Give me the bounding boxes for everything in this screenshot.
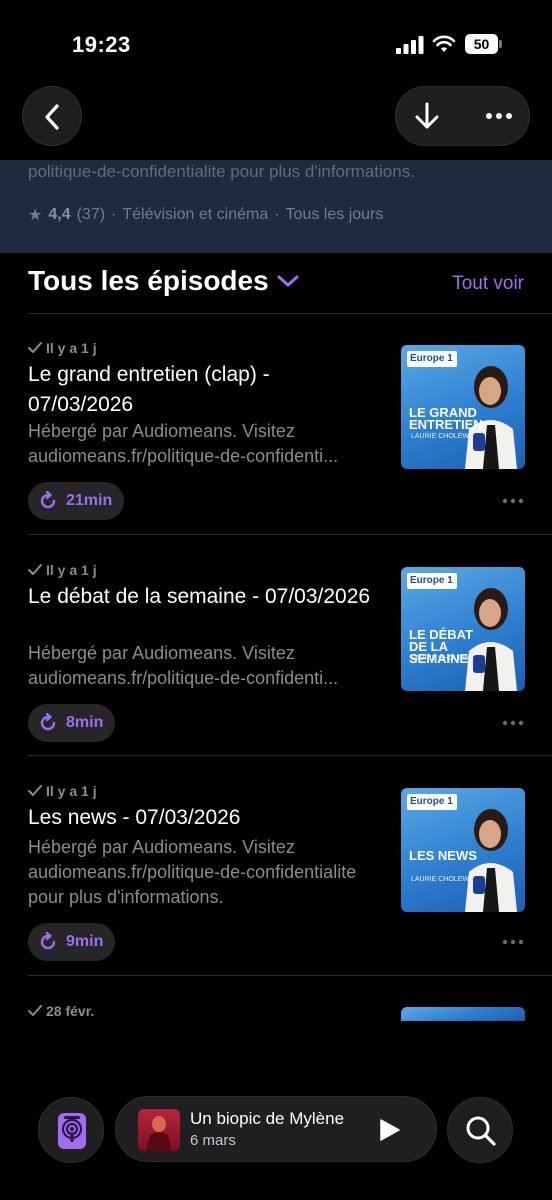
- podcast-frequency: Tous les jours: [285, 206, 384, 223]
- header-actions: [395, 86, 530, 146]
- see-all-link[interactable]: Tout voir: [452, 273, 524, 295]
- episode-date-text: Il y a 1 j: [46, 340, 97, 356]
- episode-artwork[interactable]: Europe 1 LE GRAND ENTRETIEN LAURIE CHOLE…: [401, 345, 525, 469]
- artwork-show-name: LES NEWS: [409, 848, 477, 863]
- episode-date-text: Il y a 1 j: [46, 562, 97, 578]
- podcasts-tab[interactable]: [38, 1097, 104, 1163]
- podcasts-icon: [58, 1113, 86, 1149]
- play-episode-button[interactable]: 8min: [28, 704, 116, 742]
- episode-date-text: 28 févr.: [46, 1003, 95, 1019]
- episode-title[interactable]: Les news - 07/03/2026: [28, 803, 378, 833]
- podcast-rating-count: (37): [76, 206, 106, 223]
- divider: [28, 534, 552, 535]
- europe1-logo: Europe 1: [407, 573, 457, 589]
- meta-separator: ·: [111, 206, 117, 223]
- europe1-logo: Europe 1: [407, 351, 457, 367]
- cellular-signal-icon: [396, 36, 424, 54]
- europe1-logo: Europe 1: [407, 794, 457, 810]
- episode-artwork[interactable]: Europe 1 LES NEWS LAURIE CHOLEWA: [401, 788, 525, 912]
- episode-duration: 21min: [66, 492, 113, 509]
- artwork-host-name: LAURIE CHOLEWA: [411, 876, 474, 883]
- now-playing-title: Un biopic de Mylène: [190, 1109, 345, 1128]
- download-arrow-icon[interactable]: [412, 101, 442, 131]
- divider: [28, 313, 552, 314]
- podcast-rating: 4,4: [48, 206, 71, 223]
- episode-duration: 8min: [66, 714, 104, 731]
- checkmark-icon: [28, 785, 42, 796]
- ellipsis-icon[interactable]: [502, 498, 524, 504]
- search-icon: [466, 1116, 496, 1146]
- checkmark-icon: [28, 342, 42, 353]
- checkmark-icon: [28, 1005, 42, 1016]
- episode-artwork[interactable]: Europe 1 LE DÉBAT DE LA SEMAINE LAURIE C…: [401, 567, 525, 691]
- meta-separator: ·: [274, 206, 280, 223]
- refresh-arrow-icon: [40, 491, 56, 509]
- episode-description: Hébergé par Audiomeans. Visitez audiomea…: [28, 643, 339, 688]
- status-bar: 19:23 50: [0, 0, 552, 90]
- podcast-category[interactable]: Télévision et cinéma: [122, 206, 268, 224]
- episode-date: Il y a 1 j: [28, 562, 97, 578]
- episode-date: 28 févr.: [28, 1003, 94, 1019]
- star-icon: ★: [28, 207, 43, 224]
- podcast-description: politique-de-confidentialite pour plus d…: [28, 162, 415, 181]
- episode-date: Il y a 1 j: [28, 340, 97, 356]
- artwork-host-name: LAURIE CHOLEWA: [411, 433, 474, 440]
- play-icon[interactable]: [378, 1119, 400, 1141]
- episode-date-text: Il y a 1 j: [46, 783, 97, 799]
- podcast-meta: ★ 4,4 (37) · Télévision et cinéma · Tous…: [28, 205, 383, 225]
- episode-title[interactable]: Le débat de la semaine - 07/03/2026: [28, 582, 378, 612]
- episode-description: Hébergé par Audiomeans. Visitez audiomea…: [28, 421, 339, 466]
- episodes-section-title[interactable]: Tous les épisodes: [28, 265, 299, 297]
- episode-duration: 9min: [66, 933, 104, 950]
- back-button[interactable]: [22, 86, 82, 146]
- checkmark-icon: [28, 564, 42, 575]
- search-tab[interactable]: [447, 1097, 513, 1163]
- divider: [28, 755, 552, 756]
- episode-description: Hébergé par Audiomeans. Visitez audiomea…: [28, 837, 357, 907]
- divider: [28, 975, 552, 976]
- battery-nub: [499, 40, 502, 48]
- ellipsis-icon[interactable]: [484, 111, 514, 121]
- refresh-arrow-icon: [40, 932, 56, 950]
- section-title-label: Tous les épisodes: [28, 265, 269, 296]
- chevron-down-icon: [277, 275, 299, 287]
- refresh-arrow-icon: [40, 713, 56, 731]
- play-episode-button[interactable]: 21min: [28, 482, 125, 520]
- ellipsis-icon[interactable]: [502, 720, 524, 726]
- mini-player[interactable]: Un biopic de Mylène 6 mars: [115, 1096, 437, 1162]
- battery-indicator: 50: [465, 34, 503, 54]
- artwork-host-name: LAURIE CHOLEWA: [411, 655, 474, 662]
- now-playing-subtitle: 6 mars: [190, 1132, 236, 1149]
- wifi-icon: [432, 35, 456, 52]
- now-playing-artwork: [138, 1109, 180, 1151]
- episode-date: Il y a 1 j: [28, 783, 97, 799]
- ellipsis-icon[interactable]: [502, 939, 524, 945]
- artwork-show-name: LE GRAND ENTRETIEN: [409, 405, 483, 432]
- play-episode-button[interactable]: 9min: [28, 923, 116, 961]
- status-time: 19:23: [72, 32, 131, 57]
- episode-title[interactable]: Le grand entretien (clap) - 07/03/2026: [28, 360, 378, 420]
- chevron-left-icon: [45, 104, 59, 130]
- battery-level: 50: [465, 34, 498, 54]
